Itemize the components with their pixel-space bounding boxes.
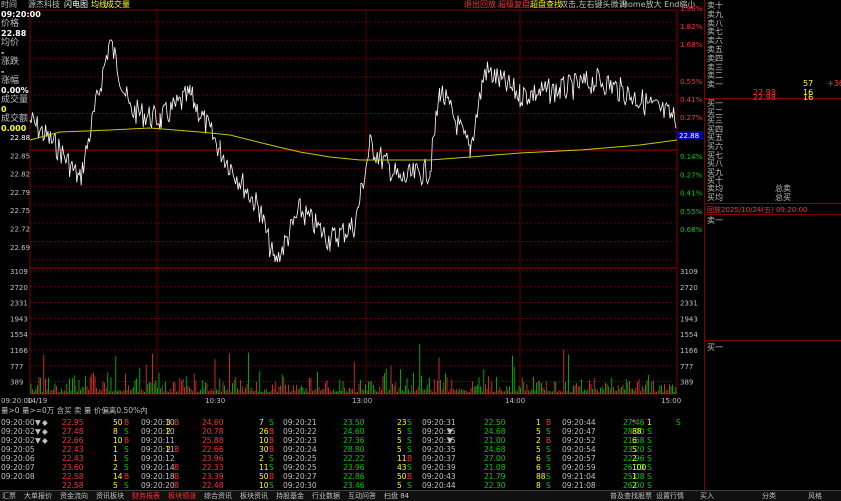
price-label: 价格 (1, 19, 20, 29)
price-tick-label: 22.69 (10, 244, 30, 252)
change-label: 涨跌 (1, 57, 20, 67)
pct-tick-up-label: 1.68% (680, 41, 703, 49)
price-line (29, 39, 677, 263)
amount-label: 成交额 (1, 114, 29, 124)
sell-one-bottom: 卖一 (707, 216, 723, 225)
pct-tick-up-label: 1.96% (680, 5, 703, 13)
pct-tick-down-label: 0.41% (680, 190, 703, 198)
volume-tick-label-right: 1943 (680, 315, 698, 323)
volume-tick-label-right: 2720 (680, 284, 698, 292)
trade-cell: ▼ (35, 436, 41, 445)
order-book: 卖十卖九卖八卖七卖六卖五卖四卖三卖二卖一 57 +36 22.98 16 22.… (704, 0, 841, 500)
pct-tick-down-label: 0.68% (680, 226, 703, 234)
time-axis-label: 13:00 (352, 397, 372, 405)
intraday-chart[interactable]: 22.88 22.85 22.82 22.79 22.75 22.72 22.69 1.96%… (0, 0, 704, 406)
trade-cell: ◆ (42, 436, 48, 445)
avg-label: 均价 (1, 38, 20, 48)
volume-tick-label-left: 1554 (10, 331, 28, 339)
pct-tick-down-label: 0.27% (680, 171, 703, 179)
volume-tick-label-left: 777 (10, 363, 23, 371)
change-pct-label: 涨幅 (1, 76, 20, 86)
volume-tick-label-right: 1554 (680, 331, 698, 339)
left-info-panel: 09:20:00 价格 22.88 均价 - 涨跌 - 涨幅 0.00% 成交量… (0, 10, 41, 133)
average-line (29, 127, 678, 161)
pct-tick-up-label: 0.41% (680, 96, 703, 104)
trade-ticker: 量>0 量>=0万 含买 卖 量 价偏离0.50%内 09:20:00 ▼ ◆ 22.… (0, 406, 704, 490)
price-tick-label: 22.88 (10, 134, 30, 142)
volume-tick-label-right: 777 (680, 363, 693, 371)
time-axis-label: 15:00 (661, 397, 681, 405)
price-tick-label: 22.79 (10, 189, 30, 197)
time-axis-label: 14:00 (505, 397, 525, 405)
current-price-tag: 22.88 (679, 132, 699, 140)
pct-tick-up-label: 0.55% (680, 78, 703, 86)
price-tick-label: 22.75 (10, 207, 30, 215)
ob-divider-2 (705, 203, 841, 204)
trade-cell: S (676, 418, 681, 427)
buy-one-bottom: 买一 (707, 343, 723, 352)
volume-label: 成交量 (1, 95, 29, 105)
volume-tick-label-right: 1166 (680, 347, 698, 355)
volume-tick-label-right: 2331 (680, 300, 698, 308)
trade-filter-header[interactable]: 量>0 量>=0万 含买 卖 量 价偏离0.50%内 (1, 406, 148, 416)
price-tick-label: 22.82 (10, 171, 30, 179)
pct-tick-down-label: 0.14% (680, 153, 703, 161)
total-buy-label: 总买 (775, 193, 791, 202)
volume-tick-label-left: 2331 (10, 300, 28, 308)
volume-tick-label-left: 2720 (10, 284, 28, 292)
pct-tick-up-label: 1.82% (680, 23, 703, 31)
buy-avg-row: 买均 总买 (707, 193, 840, 203)
buy-avg-label: 买均 (707, 193, 723, 202)
chart-frame (29, 9, 678, 395)
amount-value: 0.000 (1, 124, 27, 133)
volume-tick-label-right: 389 (680, 379, 693, 387)
volume-tick-label-left: 1943 (10, 315, 28, 323)
trade-cell: 09:20:08 (1, 472, 35, 481)
bottom-toolbar: 汇票 大单报价 资金流向 资讯板块 财务报表 板块领涨 综合资讯 板块资讯 持股基金 行业数据 互动… (0, 490, 841, 501)
volume-tick-label-left: 3109 (10, 268, 28, 276)
pct-tick-down-label: 0.55% (680, 208, 703, 216)
price-tick-label: 22.72 (10, 226, 30, 234)
time-axis-label: 10:30 (205, 397, 225, 405)
ob-divider-3 (705, 214, 841, 215)
price-tick-label: 22.85 (10, 152, 30, 160)
pct-tick-up-label: 0.27% (680, 114, 703, 122)
ob-divider-4 (705, 340, 841, 341)
volume-tick-label-right: 3109 (680, 268, 698, 276)
volume-tick-label-left: 389 (10, 379, 23, 387)
date-label: 14/19 (27, 397, 47, 405)
volume-tick-label-left: 1166 (10, 347, 28, 355)
